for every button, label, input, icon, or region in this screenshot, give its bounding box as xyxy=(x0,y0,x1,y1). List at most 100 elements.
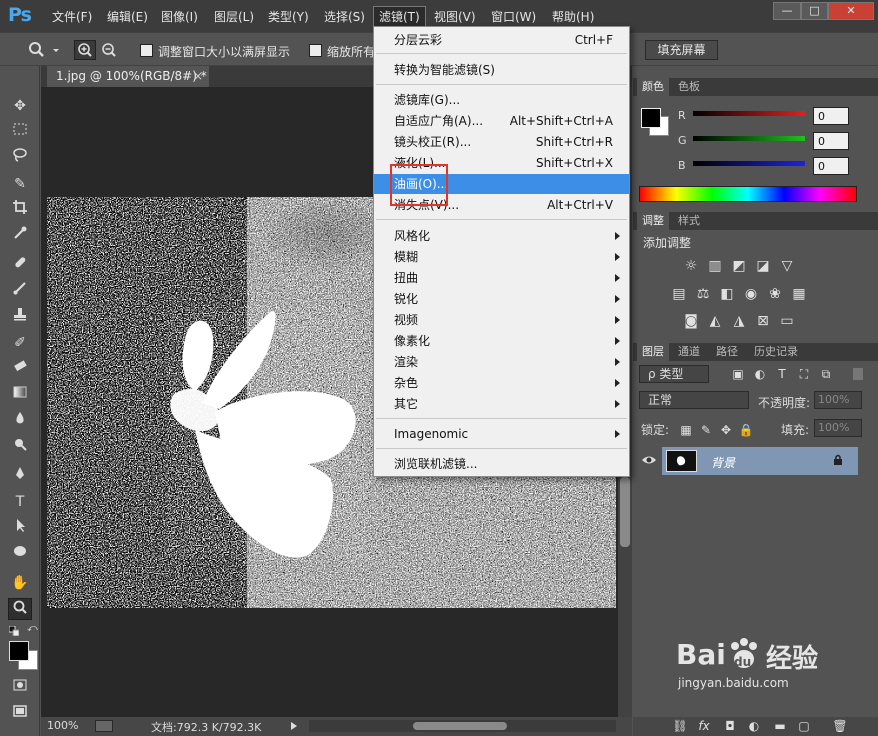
new-layer-icon[interactable]: ▢ xyxy=(795,717,813,735)
filter-menu-item-distort[interactable]: 扭曲 xyxy=(374,268,629,288)
color-lookup-icon[interactable]: ▦ xyxy=(790,285,808,303)
menu-window[interactable]: 窗口(W) xyxy=(491,8,536,25)
eyedropper-tool-icon[interactable] xyxy=(8,225,32,247)
filter-menu-item-noise[interactable]: 杂色 xyxy=(374,373,629,393)
blue-value-field[interactable]: 0 xyxy=(813,157,849,175)
link-layers-icon[interactable]: ⛓ xyxy=(671,717,689,735)
filter-menu-item-adaptive-wide-angle[interactable]: 自适应广角(A)... Alt+Shift+Ctrl+A xyxy=(374,111,629,131)
filter-menu-item-lens-correction[interactable]: 镜头校正(R)... Shift+Ctrl+R xyxy=(374,132,629,152)
new-group-icon[interactable]: ▬ xyxy=(771,717,789,735)
hand-tool-icon[interactable]: ✋ xyxy=(8,572,32,594)
tab-close-icon[interactable]: × xyxy=(193,66,203,87)
posterize-icon[interactable]: ◭ xyxy=(706,312,724,330)
menu-select[interactable]: 选择(S) xyxy=(324,8,365,25)
vibrance-icon[interactable]: ▽ xyxy=(778,257,796,275)
filter-smart-object-icon[interactable]: ⧉ xyxy=(817,365,835,383)
layer-filter-kind-dropdown[interactable]: ρ 类型 xyxy=(639,365,709,383)
path-select-tool-icon[interactable] xyxy=(8,517,32,539)
tab-history[interactable]: 历史记录 xyxy=(749,343,803,361)
filter-type-icon[interactable]: T xyxy=(773,365,791,383)
filter-shape-icon[interactable]: ⛶ xyxy=(795,365,813,383)
lock-all-icon[interactable]: 🔒 xyxy=(737,421,755,439)
tool-preset-chevron-icon[interactable] xyxy=(50,40,62,60)
eraser-tool-icon[interactable] xyxy=(8,358,32,380)
zoom-tool-icon[interactable] xyxy=(26,40,48,60)
menu-edit[interactable]: 编辑(E) xyxy=(107,8,148,25)
filter-menu-item-stylize[interactable]: 风格化 xyxy=(374,226,629,246)
menu-view[interactable]: 视图(V) xyxy=(434,8,476,25)
black-white-icon[interactable]: ◧ xyxy=(718,285,736,303)
menu-layer[interactable]: 图层(L) xyxy=(214,8,254,25)
filter-menu-item-last-filter[interactable]: 分层云彩 Ctrl+F xyxy=(374,30,629,50)
tab-styles[interactable]: 样式 xyxy=(673,212,705,230)
color-spectrum-bar[interactable] xyxy=(639,186,857,202)
tab-adjustments[interactable]: 调整 xyxy=(637,212,669,230)
filter-menu-item-blur[interactable]: 模糊 xyxy=(374,247,629,267)
gradient-map-icon[interactable]: ▭ xyxy=(778,312,796,330)
stamp-tool-icon[interactable] xyxy=(8,306,32,328)
filter-menu-item-render[interactable]: 渲染 xyxy=(374,352,629,372)
menu-type[interactable]: 类型(Y) xyxy=(268,8,309,25)
brush-tool-icon[interactable] xyxy=(8,280,32,302)
layer-filter-toggle[interactable] xyxy=(853,368,863,380)
zoom-level[interactable]: 100% xyxy=(47,719,78,732)
gradient-tool-icon[interactable] xyxy=(8,384,32,406)
photo-filter-icon[interactable]: ◉ xyxy=(742,285,760,303)
ellipse-tool-icon[interactable] xyxy=(8,543,32,565)
blend-mode-dropdown[interactable]: 正常 xyxy=(639,391,749,409)
new-adjustment-layer-icon[interactable]: ◐ xyxy=(745,717,763,735)
red-value-field[interactable]: 0 xyxy=(813,107,849,125)
green-slider[interactable] xyxy=(693,136,805,141)
layer-name[interactable]: 背景 xyxy=(711,454,735,471)
type-tool-icon[interactable]: T xyxy=(8,491,32,513)
healing-brush-tool-icon[interactable] xyxy=(8,254,32,276)
tab-paths[interactable]: 路径 xyxy=(711,343,743,361)
zoom-tool-selected-icon[interactable] xyxy=(8,598,32,620)
green-value-field[interactable]: 0 xyxy=(813,132,849,150)
document-tab[interactable]: 1.jpg @ 100%(RGB/8#) * × xyxy=(47,66,209,87)
filter-menu-item-imagenomic[interactable]: Imagenomic xyxy=(374,424,629,444)
horizontal-scrollbar-thumb[interactable] xyxy=(413,722,507,730)
delete-layer-icon[interactable]: 🗑 xyxy=(831,717,849,735)
filter-menu-item-pixelate[interactable]: 像素化 xyxy=(374,331,629,351)
exposure-icon[interactable]: ◪ xyxy=(754,257,772,275)
horizontal-scrollbar[interactable] xyxy=(309,720,616,732)
dodge-tool-icon[interactable] xyxy=(8,436,32,458)
fill-field[interactable]: 100% xyxy=(814,419,862,437)
menu-file[interactable]: 文件(F) xyxy=(52,8,92,25)
move-tool-icon[interactable]: ✥ xyxy=(8,95,32,117)
tab-channels[interactable]: 通道 xyxy=(673,343,705,361)
tab-layers[interactable]: 图层 xyxy=(637,343,669,361)
menu-filter[interactable]: 滤镜(T) xyxy=(373,6,426,27)
channel-mixer-icon[interactable]: ❀ xyxy=(766,285,784,303)
filter-adjustment-icon[interactable]: ◐ xyxy=(751,365,769,383)
quick-select-tool-icon[interactable]: ✎ xyxy=(8,173,32,195)
marquee-tool-icon[interactable] xyxy=(8,121,32,143)
blur-tool-icon[interactable] xyxy=(8,410,32,432)
levels-icon[interactable]: ▥ xyxy=(706,257,724,275)
crop-tool-icon[interactable] xyxy=(8,199,32,221)
close-button[interactable]: ✕ xyxy=(828,2,874,20)
tab-color[interactable]: 颜色 xyxy=(637,78,669,96)
red-slider[interactable] xyxy=(693,111,805,116)
lock-image-icon[interactable]: ✎ xyxy=(697,421,715,439)
filter-menu-item-browse-online[interactable]: 浏览联机滤镜... xyxy=(374,454,629,474)
layer-style-fx-icon[interactable]: fx xyxy=(695,717,713,735)
filter-menu-item-smart-filter[interactable]: 转换为智能滤镜(S) xyxy=(374,60,629,80)
menu-image[interactable]: 图像(I) xyxy=(161,8,198,25)
invert-icon[interactable]: ◙ xyxy=(682,312,700,330)
history-brush-tool-icon[interactable]: ✐ xyxy=(8,332,32,354)
status-view-icon[interactable] xyxy=(95,720,113,732)
curves-icon[interactable]: ◩ xyxy=(730,257,748,275)
opacity-field[interactable]: 100% xyxy=(814,391,862,409)
status-menu-arrow-icon[interactable] xyxy=(291,722,297,730)
blue-slider[interactable] xyxy=(693,161,805,166)
filter-menu-item-sharpen[interactable]: 锐化 xyxy=(374,289,629,309)
zoom-out-icon[interactable] xyxy=(98,40,120,60)
selective-color-icon[interactable]: ⊠ xyxy=(754,312,772,330)
screen-mode-icon[interactable] xyxy=(8,703,32,725)
hue-saturation-icon[interactable]: ▤ xyxy=(670,285,688,303)
foreground-color-swatch[interactable] xyxy=(9,641,29,661)
default-colors-icon[interactable] xyxy=(8,625,20,637)
layer-visibility-eye-icon[interactable] xyxy=(641,453,657,467)
